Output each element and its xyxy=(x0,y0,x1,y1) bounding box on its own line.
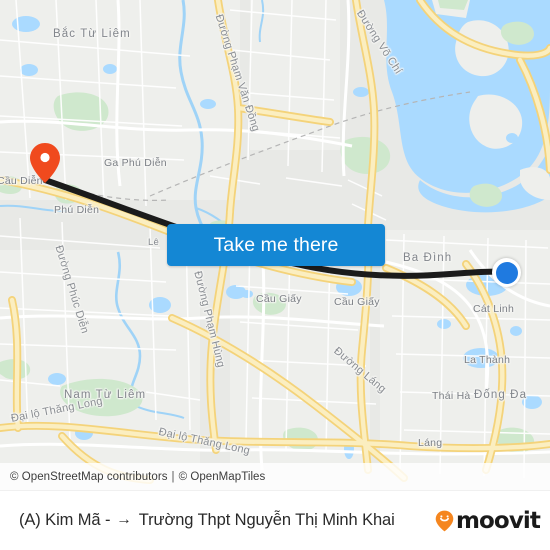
moovit-logo[interactable]: moovit xyxy=(435,507,541,534)
trip-footer-bar: (A) Kim Mã - → Trường Thpt Nguyễn Thị Mi… xyxy=(0,490,550,550)
map-attribution: © OpenStreetMap contributors | © OpenMap… xyxy=(0,463,550,490)
trip-title: (A) Kim Mã - → Trường Thpt Nguyễn Thị Mi… xyxy=(19,511,395,530)
map-canvas[interactable]: Bắc Từ Liêm Ga Phú Diễn Đường Phạm Văn Đồn… xyxy=(0,0,550,490)
osm-attribution-link[interactable]: © OpenStreetMap contributors xyxy=(10,471,168,483)
attribution-separator: | xyxy=(171,470,175,483)
openmaptiles-attribution-link[interactable]: © OpenMapTiles xyxy=(179,471,266,483)
moovit-trip-map-screen: Bắc Từ Liêm Ga Phú Diễn Đường Phạm Văn Đồn… xyxy=(0,0,550,550)
moovit-pin-icon xyxy=(435,510,454,532)
origin-pin-icon[interactable] xyxy=(30,143,60,183)
trip-destination-label: Trường Thpt Nguyễn Thị Minh Khai xyxy=(138,511,395,529)
take-me-there-button[interactable]: Take me there xyxy=(167,224,385,266)
moovit-wordmark: moovit xyxy=(455,507,541,534)
trip-origin-label: (A) Kim Mã - xyxy=(19,511,111,529)
destination-dot-icon[interactable] xyxy=(492,258,521,287)
arrow-right-icon: → xyxy=(116,511,132,528)
